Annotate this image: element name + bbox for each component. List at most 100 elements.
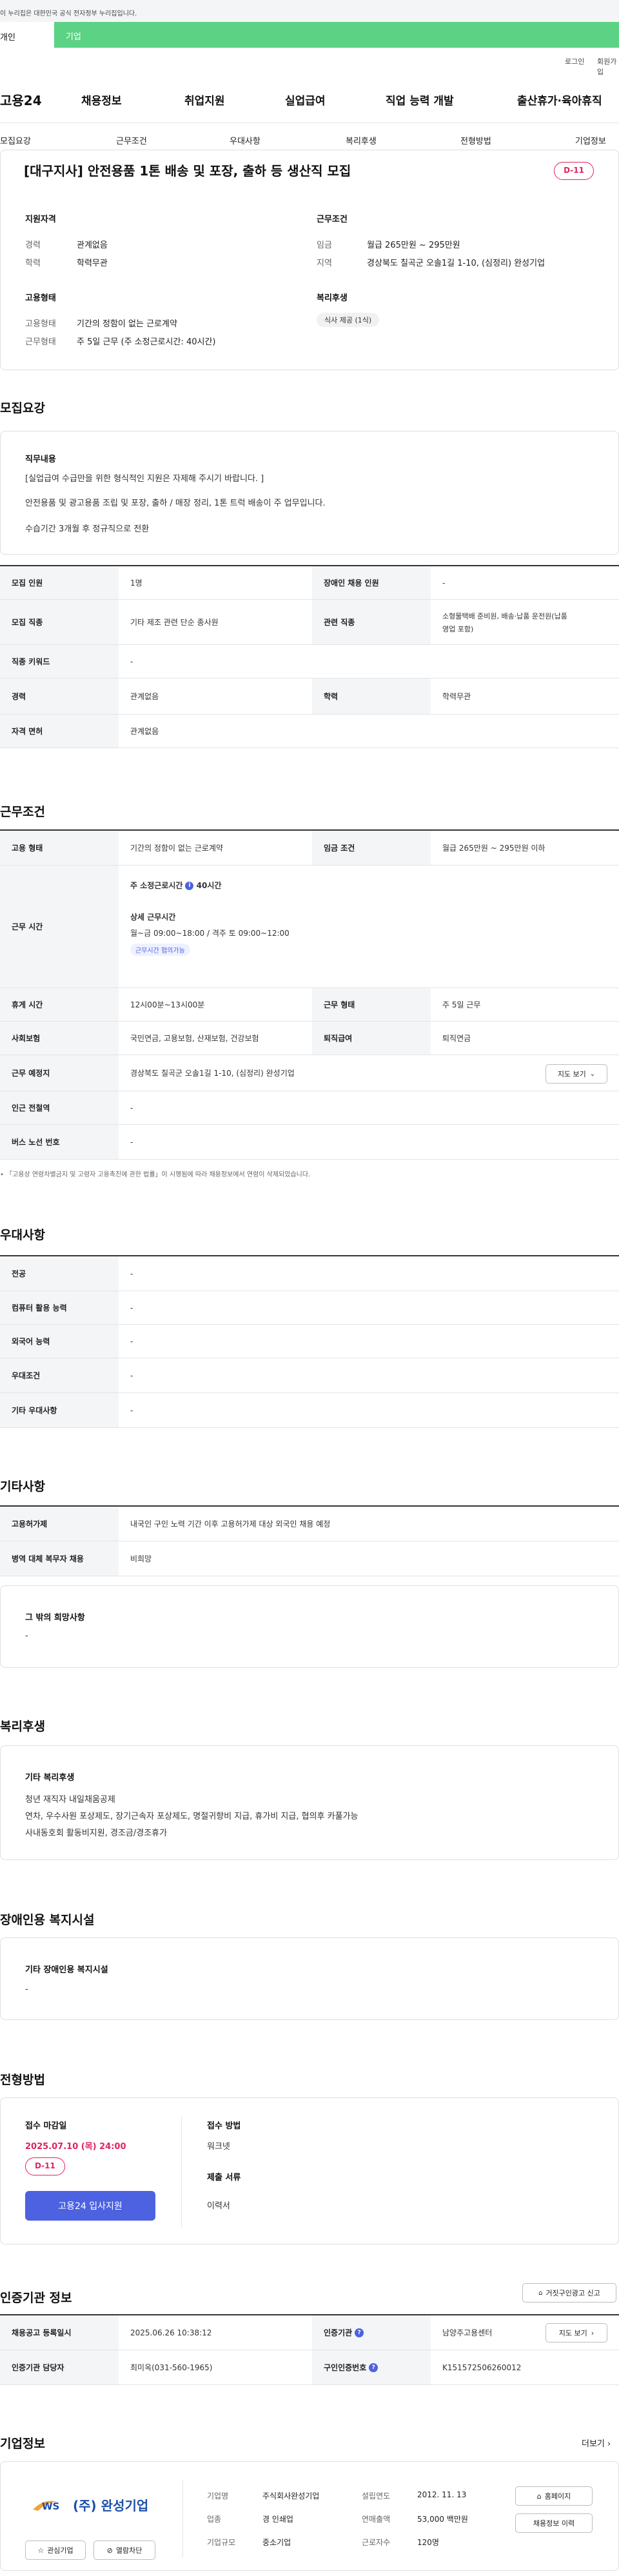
- agency-map-button[interactable]: 지도 보기 ›: [545, 2323, 607, 2343]
- company-logo-icon: WS: [33, 2501, 59, 2512]
- table-row: 채용공고 등록일시 2025.06.26 10:38:12 인증기관? 남양주고…: [0, 2315, 619, 2350]
- row-label: 컴퓨터 활용 능력: [0, 1291, 119, 1324]
- related-jobs-line: 소형물택배 준비원, 배송·납품 운전원(납품: [442, 611, 567, 620]
- employment-type-value: 기간의 정함이 없는 근로계약: [77, 319, 177, 329]
- row-value: -: [130, 1336, 133, 1346]
- row-label: 휴게 시간: [0, 988, 119, 1021]
- row-label: 자격 면허: [0, 715, 119, 748]
- nav-jobs[interactable]: 채용정보: [81, 92, 122, 108]
- tab-work-conditions[interactable]: 근무조건: [116, 134, 147, 146]
- area-value: 경상북도 칠곡군 오솔1길 1-10, (심정리) 완성기업: [367, 259, 545, 268]
- welfare-line: 사내동호회 활동비지원, 경조금/경조휴가: [25, 1828, 168, 1838]
- row-label: 장애인 채용 인원: [312, 566, 431, 599]
- row-label: 모집 직종: [0, 600, 119, 644]
- row-value: 월급 265만원 ~ 295만원 이하: [442, 844, 545, 853]
- table-row: 휴게 시간 12시00분~13시00분 근무 형태 주 5일 근무: [0, 988, 619, 1022]
- help-icon[interactable]: ?: [355, 2328, 364, 2337]
- welfare-section-title: 복리후생: [0, 1719, 45, 1734]
- row-label: 근무 예정지: [0, 1055, 119, 1091]
- related-jobs-value: 소형물택배 준비원, 배송·납품 운전원(납품 영업 포함): [431, 600, 619, 644]
- sales-value: 53,000 백만원: [417, 2515, 468, 2524]
- tab-company-info[interactable]: 기업정보: [575, 134, 606, 146]
- welfare-heading: 복리후생: [317, 293, 348, 303]
- welfare-line: 청년 재직자 내일채움공제: [25, 1795, 115, 1805]
- star-icon: ☆: [37, 2546, 44, 2555]
- row-value: 경상북도 칠곡군 오솔1길 1-10, (심정리) 완성기업: [130, 1069, 295, 1078]
- detail-hours-value: 월~금 09:00~18:00 / 격주 토 09:00~12:00: [130, 929, 290, 938]
- selection-divider: [181, 2116, 182, 2227]
- other-wishes-value: -: [25, 1631, 28, 1641]
- negotiable-tag: 근무시간 협의가능: [130, 944, 190, 956]
- login-link[interactable]: 로그인: [565, 56, 584, 66]
- deadline-heading: 접수 마감일: [25, 2121, 67, 2131]
- company-divider: [182, 2480, 183, 2557]
- join-link[interactable]: 회원가입: [597, 56, 619, 77]
- row-label: 직종 키워드: [0, 645, 119, 678]
- info-icon[interactable]: i: [185, 882, 194, 890]
- work-form-label: 근무형태: [25, 337, 56, 347]
- row-value: 학력무관: [442, 692, 471, 701]
- gov-banner: 이 누리집은 대한민국 공식 전자정부 누리집입니다.: [0, 0, 619, 22]
- duty-box: 직무내용 [실업급여 수급만을 위한 형식적인 지원은 자제해 주시기 바랍니다…: [0, 431, 619, 555]
- etc-table: 고용허가제 내국인 구인 노력 기간 이후 고용허가제 대상 외국인 채용 예정 …: [0, 1505, 619, 1576]
- nav-vocational-training[interactable]: 직업 능력 개발: [386, 92, 454, 108]
- chevron-right-icon: ›: [607, 2439, 611, 2449]
- row-value: 기타 제조 관련 단순 종사원: [130, 618, 219, 627]
- help-icon[interactable]: ?: [369, 2363, 378, 2372]
- map-button[interactable]: 지도 보기 ⌄: [545, 1064, 607, 1084]
- table-row: 병역 대체 복무자 채용 비희망: [0, 1541, 619, 1576]
- table-row: 전공 -: [0, 1256, 619, 1291]
- nav-employment-support[interactable]: 취업지원: [184, 92, 225, 108]
- tab-company[interactable]: 기업: [66, 30, 81, 42]
- work-section-title: 근무조건: [0, 805, 45, 819]
- row-label: 버스 노선 번호: [0, 1125, 119, 1159]
- row-value: 국민연금, 고용보험, 산재보험, 건강보험: [130, 1034, 259, 1043]
- row-label: 채용공고 등록일시: [0, 2315, 119, 2350]
- industry-value: 경 인쇄업: [262, 2515, 293, 2524]
- tab-recruit[interactable]: 모집요강: [0, 134, 31, 146]
- duty-line: [실업급여 수급만을 위한 형식적인 지원은 자제해 주시기 바랍니다. ]: [25, 474, 264, 484]
- row-value: 1명: [130, 579, 142, 588]
- job-title: [대구지사] 안전용품 1톤 배송 및 포장, 출하 등 생산직 모집: [24, 163, 351, 179]
- company-name-value: 주식회사완성기업: [262, 2492, 320, 2501]
- row-value: 퇴직연금: [442, 1034, 471, 1043]
- documents-value: 이력서: [207, 2201, 230, 2211]
- more-link[interactable]: 더보기 ›: [582, 2437, 611, 2449]
- table-row: 모집 인원 1명 장애인 채용 인원 -: [0, 566, 619, 600]
- row-label: 전공: [0, 1256, 119, 1291]
- employment-type-label: 고용형태: [25, 319, 56, 329]
- certifying-agency-label: 인증기관?: [312, 2315, 431, 2350]
- nav-unemployment-benefit[interactable]: 실업급여: [285, 92, 326, 108]
- site-logo[interactable]: 고용24: [0, 90, 42, 109]
- row-value: 남양주고용센터: [442, 2328, 493, 2337]
- block-viewing-button[interactable]: ⊘ 열람차단: [93, 2541, 155, 2560]
- row-value: 내국인 구인 노력 기간 이후 고용허가제 대상 외국인 채용 예정: [130, 1520, 331, 1529]
- etc-section-title: 기타사항: [0, 1480, 45, 1494]
- agency-table: 채용공고 등록일시 2025.06.26 10:38:12 인증기관? 남양주고…: [0, 2314, 619, 2385]
- row-value: 최미옥(031-560-1965): [130, 2363, 213, 2372]
- row-label: 병역 대체 복무자 채용: [0, 1541, 119, 1576]
- row-label: 퇴직급여: [312, 1022, 431, 1055]
- age-note: • 「고용상 연령차별금지 및 고령자 고용촉진에 관한 법률」이 시행됨에 따…: [0, 1171, 311, 1178]
- block-icon: ⊘: [106, 2546, 113, 2555]
- welfare-box-heading: 기타 복리후생: [25, 1773, 75, 1783]
- company-logo: WS (주) 완성기업: [32, 2495, 148, 2514]
- apply-button[interactable]: 고용24 입사지원: [25, 2191, 155, 2221]
- wage-value: 월급 265만원 ~ 295만원: [367, 241, 460, 250]
- employees-value: 120명: [417, 2538, 439, 2547]
- nav-maternity-leave[interactable]: 출산휴가·육아휴직: [517, 92, 602, 108]
- wage-label: 임금: [317, 241, 332, 250]
- company-size-value: 중소기업: [262, 2538, 291, 2547]
- report-fake-ad-button[interactable]: ⌂ 거짓구인광고 신고: [522, 2283, 616, 2303]
- row-label: 임금 조건: [312, 831, 431, 865]
- tab-selection[interactable]: 전형방법: [460, 134, 491, 146]
- row-value: -: [130, 1303, 133, 1313]
- tab-personal[interactable]: 개인: [0, 22, 54, 48]
- disability-section-title: 장애인용 복지시설: [0, 1913, 95, 1927]
- homepage-button[interactable]: ⌂ 홈페이지: [515, 2486, 593, 2506]
- tab-preferences[interactable]: 우대사항: [230, 134, 260, 146]
- hiring-history-button[interactable]: 채용정보 이력: [515, 2513, 593, 2533]
- tab-welfare[interactable]: 복리후생: [346, 134, 377, 146]
- favorite-company-button[interactable]: ☆ 관심기업: [25, 2541, 86, 2560]
- row-label: 고용 형태: [0, 831, 119, 865]
